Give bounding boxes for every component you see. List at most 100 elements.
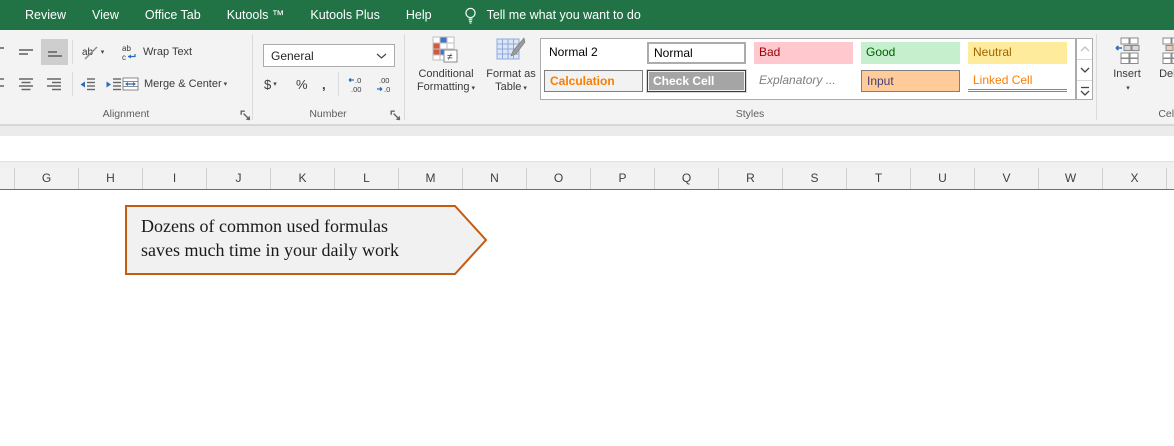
number-format-select[interactable]: General xyxy=(263,44,395,67)
style-input[interactable]: Input xyxy=(861,70,960,92)
format-as-table-icon xyxy=(496,37,526,60)
column-header-l[interactable]: L xyxy=(334,168,398,189)
orientation-button[interactable]: ab ▾ xyxy=(76,39,110,65)
tell-me-label: Tell me what you want to do xyxy=(486,8,641,22)
column-header-i[interactable]: I xyxy=(142,168,206,189)
column-header-j[interactable]: J xyxy=(206,168,270,189)
style-explanatory[interactable]: Explanatory ... xyxy=(754,70,853,92)
column-header-s[interactable]: S xyxy=(782,168,846,189)
column-header-g[interactable]: G xyxy=(14,168,78,189)
column-header-p[interactable]: P xyxy=(590,168,654,189)
chevron-down-icon xyxy=(376,53,387,59)
column-header-q[interactable]: Q xyxy=(654,168,718,189)
format-as-table-label-line1: Format as xyxy=(486,68,536,80)
align-right-button[interactable] xyxy=(41,72,67,96)
style-calculation[interactable]: Calculation xyxy=(544,70,643,92)
cell-styles-gallery: Normal 2 Normal Bad Good Neutral Calcula… xyxy=(540,38,1076,100)
accounting-dropdown-caret: ▾ xyxy=(273,80,277,88)
format-as-table-button[interactable]: Format as Table ▾ xyxy=(482,36,540,102)
style-normal[interactable]: Normal xyxy=(647,42,746,64)
column-header-o[interactable]: O xyxy=(526,168,590,189)
svg-text:.00: .00 xyxy=(379,76,389,85)
styles-group-label: Styles xyxy=(735,108,765,120)
increase-decimal-button[interactable]: .0 .00 xyxy=(343,72,370,96)
merge-center-dropdown-caret: ▾ xyxy=(223,80,228,88)
column-header-v[interactable]: V xyxy=(974,168,1038,189)
tab-review[interactable]: Review xyxy=(12,0,79,30)
middle-align-icon xyxy=(19,49,33,55)
delete-label: Delete xyxy=(1159,68,1174,80)
style-neutral[interactable]: Neutral xyxy=(968,42,1067,64)
tab-kutools[interactable]: Kutools ™ xyxy=(214,0,298,30)
styles-scroll-down-button[interactable] xyxy=(1077,60,1092,81)
comma-style-button[interactable]: , xyxy=(322,72,326,96)
style-bad[interactable]: Bad xyxy=(754,42,853,64)
styles-scroll-up-button[interactable] xyxy=(1077,39,1092,60)
decrease-indent-button[interactable] xyxy=(74,72,100,96)
merge-center-icon xyxy=(122,77,139,91)
middle-align-button[interactable] xyxy=(13,40,39,64)
conditional-formatting-icon: ≠ xyxy=(432,36,458,63)
style-normal-2[interactable]: Normal 2 xyxy=(544,42,643,64)
percent-icon: % xyxy=(296,76,308,92)
orientation-dropdown-caret: ▾ xyxy=(100,48,105,56)
column-header-r[interactable]: R xyxy=(718,168,782,189)
styles-gallery-scrollbar xyxy=(1076,38,1093,100)
delete-cells-icon xyxy=(1162,37,1174,64)
insert-dropdown-caret: ▾ xyxy=(1126,85,1130,92)
align-left-button[interactable] xyxy=(0,72,10,96)
align-center-button[interactable] xyxy=(13,72,39,96)
column-header-m[interactable]: M xyxy=(398,168,462,189)
tab-help[interactable]: Help xyxy=(393,0,445,30)
tab-view[interactable]: View xyxy=(79,0,132,30)
conditional-formatting-label-line2: Formatting xyxy=(416,81,470,93)
alignment-dialog-launcher-icon[interactable] xyxy=(240,110,252,122)
svg-text:.00: .00 xyxy=(351,85,361,93)
styles-gallery-more-button[interactable] xyxy=(1077,81,1092,101)
increase-decimal-icon: .0 .00 xyxy=(348,76,361,93)
merge-center-button[interactable]: Merge & Center ▾ xyxy=(122,73,227,95)
top-align-icon xyxy=(0,47,4,49)
svg-text:≠: ≠ xyxy=(447,52,453,63)
number-dialog-launcher-icon[interactable] xyxy=(390,110,402,122)
svg-text:.0: .0 xyxy=(355,76,361,85)
tell-me-box[interactable]: Tell me what you want to do xyxy=(463,7,641,24)
conditional-formatting-label-line1: Conditional xyxy=(418,68,474,80)
wrap-text-icon: ab c xyxy=(122,44,136,61)
chevron-up-icon xyxy=(1080,46,1089,52)
conditional-formatting-button[interactable]: ≠ Conditional Formatting ▾ xyxy=(410,36,482,102)
bottom-align-button[interactable] xyxy=(41,39,68,65)
decrease-decimal-icon: .00 .0 xyxy=(376,76,390,93)
tab-kutools-plus[interactable]: Kutools Plus xyxy=(297,0,392,30)
column-header-x[interactable]: X xyxy=(1102,168,1166,189)
column-header-u[interactable]: U xyxy=(910,168,974,189)
callout-shape[interactable]: Dozens of common used formulas saves muc… xyxy=(125,205,489,275)
style-good[interactable]: Good xyxy=(861,42,960,64)
conditional-formatting-caret: ▾ xyxy=(471,85,476,92)
ribbon-bottom-strip xyxy=(0,125,1174,136)
accounting-format-button[interactable]: $ ▾ xyxy=(264,72,277,96)
tab-office-tab[interactable]: Office Tab xyxy=(132,0,214,30)
cells-group-label: Cells xyxy=(1158,108,1174,120)
decrease-decimal-button[interactable]: .00 .0 xyxy=(371,72,398,96)
insert-label: Insert xyxy=(1113,68,1141,80)
percent-style-button[interactable]: % xyxy=(296,72,308,96)
decrease-indent-icon xyxy=(80,78,95,91)
formula-bar[interactable] xyxy=(0,136,1174,162)
column-header-w[interactable]: W xyxy=(1038,168,1102,189)
chevron-down-icon xyxy=(1080,67,1089,73)
style-linked-cell[interactable]: Linked Cell xyxy=(968,70,1067,92)
column-header-n[interactable]: N xyxy=(462,168,526,189)
delete-cells-button[interactable]: Delete ▾ xyxy=(1152,36,1174,102)
comma-icon: , xyxy=(322,76,326,92)
column-header-h[interactable]: H xyxy=(78,168,142,189)
insert-cells-button[interactable]: Insert ▾ xyxy=(1104,36,1150,102)
column-header-k[interactable]: K xyxy=(270,168,334,189)
ribbon-tab-bar: Review View Office Tab Kutools ™ Kutools… xyxy=(0,0,1174,30)
increase-indent-icon xyxy=(106,78,121,91)
top-align-button[interactable] xyxy=(0,40,10,64)
wrap-text-button[interactable]: ab c Wrap Text xyxy=(122,41,192,63)
number-group-label: Number xyxy=(309,108,347,120)
column-header-t[interactable]: T xyxy=(846,168,910,189)
style-check-cell[interactable]: Check Cell xyxy=(647,70,746,92)
